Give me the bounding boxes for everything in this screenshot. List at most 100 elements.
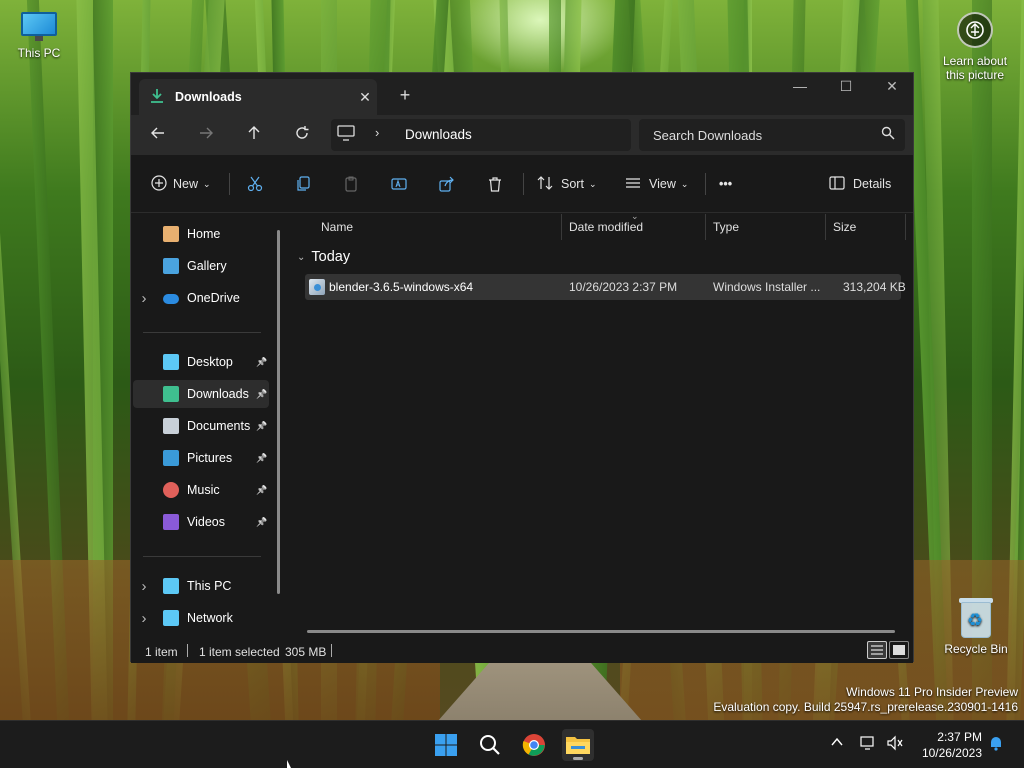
watermark-line-2: Evaluation copy. Build 25947.rs_prerelea… xyxy=(713,700,1018,714)
arrow-left-icon xyxy=(151,127,164,139)
column-separator[interactable] xyxy=(905,214,906,240)
notifications-button[interactable] xyxy=(988,735,1004,754)
chevron-right-icon[interactable]: › xyxy=(375,125,379,140)
gallery-icon xyxy=(163,258,179,274)
sidebar-item-desktop[interactable]: Desktop 📌 xyxy=(133,348,269,376)
chevron-right-icon[interactable]: › xyxy=(133,610,155,627)
clock[interactable]: 2:37 PM 10/26/2023 xyxy=(916,729,982,761)
desktop-icon-this-pc[interactable]: This PC xyxy=(14,12,64,60)
refresh-button[interactable] xyxy=(287,121,317,151)
cut-button[interactable] xyxy=(247,169,263,199)
toolbar-divider xyxy=(229,173,230,195)
search-input[interactable]: Search Downloads xyxy=(639,119,905,151)
clock-time: 2:37 PM xyxy=(937,730,982,744)
sidebar-item-documents[interactable]: Documents 📌 xyxy=(133,412,269,440)
large-icons-view-toggle[interactable] xyxy=(889,641,909,659)
delete-button[interactable] xyxy=(487,169,503,199)
sidebar-item-downloads[interactable]: Downloads 📌 xyxy=(133,380,269,408)
sidebar-item-videos[interactable]: Videos 📌 xyxy=(133,508,269,536)
taskbar: 2:37 PM 10/26/2023 xyxy=(0,720,1024,768)
sidebar-item-label: Gallery xyxy=(187,259,227,273)
desktop-icon-learn-about-picture[interactable]: Learn about this picture xyxy=(938,12,1012,82)
column-header-type[interactable]: Type xyxy=(713,214,739,240)
large-icons-view-icon xyxy=(893,645,905,655)
new-tab-button[interactable]: + xyxy=(393,83,417,107)
details-view-toggle[interactable] xyxy=(867,641,887,659)
column-separator[interactable] xyxy=(705,214,706,240)
pin-icon: 📌 xyxy=(256,388,268,399)
item-count: 1 item xyxy=(145,645,178,659)
column-separator[interactable] xyxy=(561,214,562,240)
group-header-today[interactable]: ⌄ Today xyxy=(297,249,350,265)
bell-icon xyxy=(991,737,1001,751)
installer-file-icon xyxy=(309,279,325,295)
column-header-size[interactable]: Size xyxy=(833,214,856,240)
documents-icon xyxy=(163,418,179,434)
downloads-icon xyxy=(163,386,179,402)
network-icon xyxy=(163,610,179,626)
file-row[interactable]: blender-3.6.5-windows-x64 10/26/2023 2:3… xyxy=(305,274,906,300)
evaluation-watermark: Windows 11 Pro Insider Preview Evaluatio… xyxy=(713,685,1018,715)
toolbar-divider xyxy=(523,173,524,195)
tab-downloads[interactable]: Downloads ✕ xyxy=(139,79,377,115)
address-bar[interactable]: › Downloads xyxy=(331,119,631,151)
sidebar-item-pictures[interactable]: Pictures 📌 xyxy=(133,444,269,472)
file-list: Name ⌄ Date modified Type Size ⌄ Today b… xyxy=(291,211,913,633)
scissors-icon xyxy=(247,176,263,192)
sidebar-item-onedrive[interactable]: › OneDrive xyxy=(133,284,269,312)
details-button[interactable]: Details xyxy=(829,169,891,199)
this-pc-icon xyxy=(19,12,59,42)
sidebar-item-home[interactable]: Home xyxy=(133,220,269,248)
new-button[interactable]: New ⌄ xyxy=(151,169,211,199)
horizontal-scrollbar[interactable] xyxy=(307,630,895,633)
file-type: Windows Installer ... xyxy=(713,280,821,294)
sort-button[interactable]: Sort ⌄ xyxy=(537,169,596,199)
desktop-icon-recycle-bin[interactable]: ♻ Recycle Bin xyxy=(940,596,1012,656)
pin-icon: 📌 xyxy=(256,484,268,495)
copy-icon xyxy=(297,176,310,191)
start-button[interactable] xyxy=(430,729,462,761)
chrome-button[interactable] xyxy=(518,729,550,761)
breadcrumb-downloads[interactable]: Downloads xyxy=(405,127,472,142)
sidebar-scrollbar[interactable] xyxy=(277,230,280,594)
close-window-button[interactable]: ✕ xyxy=(869,73,915,101)
monitor-icon[interactable] xyxy=(337,125,367,145)
file-explorer-button[interactable] xyxy=(562,729,594,761)
share-icon xyxy=(439,176,454,192)
column-separator[interactable] xyxy=(825,214,826,240)
network-status-button[interactable] xyxy=(860,735,878,754)
sidebar-item-this-pc[interactable]: › This PC xyxy=(133,572,269,600)
column-header-name[interactable]: Name xyxy=(321,214,353,240)
chevron-right-icon[interactable]: › xyxy=(133,290,155,307)
chrome-icon xyxy=(522,734,545,756)
view-button[interactable]: View ⌄ xyxy=(625,169,688,199)
minimize-button[interactable]: — xyxy=(777,73,823,101)
more-options-button[interactable]: ••• xyxy=(719,169,732,199)
rename-button[interactable] xyxy=(391,169,407,199)
navigation-bar: › Downloads Search Downloads xyxy=(131,115,913,155)
forward-button[interactable] xyxy=(191,121,221,151)
copy-button[interactable] xyxy=(295,169,311,199)
navigation-pane: Home Gallery › OneDrive Desktop 📌 Downloads 📌 Do… xyxy=(131,214,289,630)
search-button[interactable] xyxy=(474,729,506,761)
back-button[interactable] xyxy=(143,121,173,151)
up-button[interactable] xyxy=(239,121,269,151)
status-bar: 1 item 1 item selected 305 MB xyxy=(131,639,913,663)
maximize-button[interactable]: ☐ xyxy=(823,73,869,101)
details-pane-icon xyxy=(829,175,845,193)
share-button[interactable] xyxy=(439,169,455,199)
paste-button[interactable] xyxy=(343,169,359,199)
file-size: 313,204 KB xyxy=(843,280,906,294)
trash-icon xyxy=(489,177,501,192)
close-tab-button[interactable]: ✕ xyxy=(353,89,377,106)
show-hidden-icons-button[interactable] xyxy=(830,735,844,752)
column-header-date[interactable]: Date modified xyxy=(569,214,643,240)
sidebar-item-music[interactable]: Music 📌 xyxy=(133,476,269,504)
clipboard-icon xyxy=(345,176,357,192)
group-label: Today xyxy=(311,249,351,265)
chevron-right-icon[interactable]: › xyxy=(133,578,155,595)
pin-icon: 📌 xyxy=(256,356,268,367)
volume-button[interactable] xyxy=(886,735,904,754)
sidebar-item-network[interactable]: › Network xyxy=(133,604,269,632)
sidebar-item-gallery[interactable]: Gallery xyxy=(133,252,269,280)
